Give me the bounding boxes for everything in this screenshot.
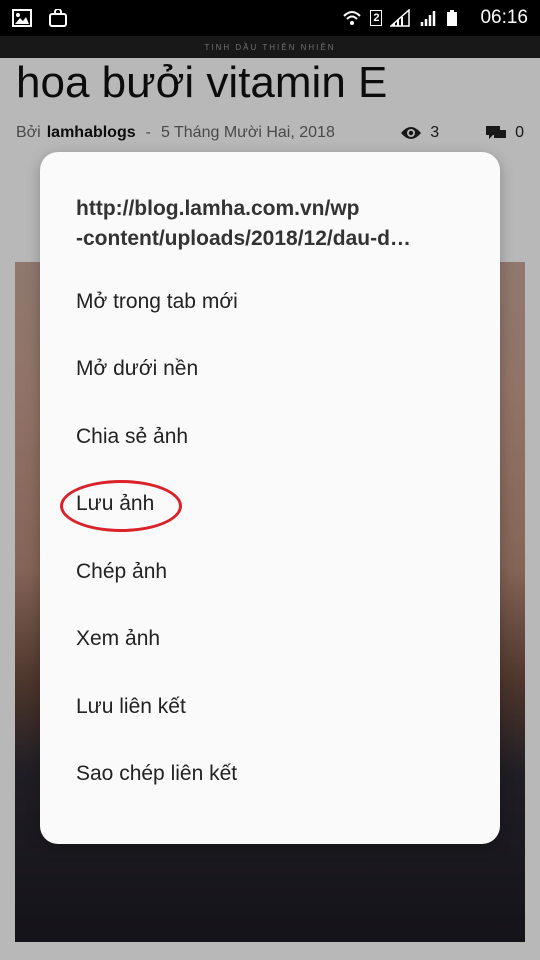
menu-item-save-link[interactable]: Lưu liên kết xyxy=(40,673,500,741)
image-icon xyxy=(12,9,32,27)
menu-item-copy-link[interactable]: Sao chép liên kết xyxy=(40,741,500,809)
menu-item-save-image[interactable]: Lưu ảnh xyxy=(40,471,500,539)
shopping-bag-icon xyxy=(48,8,68,27)
status-bar: 2 06:16 xyxy=(0,0,540,36)
menu-item-open-background[interactable]: Mở dưới nền xyxy=(40,336,500,404)
battery-icon xyxy=(446,9,466,27)
signal-icon xyxy=(389,8,411,27)
status-right: 2 06:16 xyxy=(342,7,528,29)
menu-item-share-image[interactable]: Chia sẻ ảnh xyxy=(40,403,500,471)
menu-item-view-image[interactable]: Xem ảnh xyxy=(40,606,500,674)
image-url-line-1: http://blog.lamha.com.vn/wp xyxy=(76,197,360,220)
menu-item-copy-image[interactable]: Chép ảnh xyxy=(40,538,500,606)
menu-item-open-new-tab[interactable]: Mở trong tab mới xyxy=(40,268,500,336)
sim-badge: 2 xyxy=(370,10,383,26)
image-context-menu: http://blog.lamha.com.vn/wp -content/upl… xyxy=(40,152,500,844)
menu-item-save-image-label: Lưu ảnh xyxy=(76,492,155,516)
wifi-icon xyxy=(342,9,362,27)
context-menu-list: Mở trong tab mới Mở dưới nền Chia sẻ ảnh… xyxy=(40,268,500,808)
clock: 06:16 xyxy=(480,7,528,28)
image-url-line-2: -content/uploads/2018/12/dau-d… xyxy=(76,227,411,250)
image-url: http://blog.lamha.com.vn/wp -content/upl… xyxy=(76,194,466,254)
status-left xyxy=(12,8,68,27)
signal-icon xyxy=(418,9,438,27)
